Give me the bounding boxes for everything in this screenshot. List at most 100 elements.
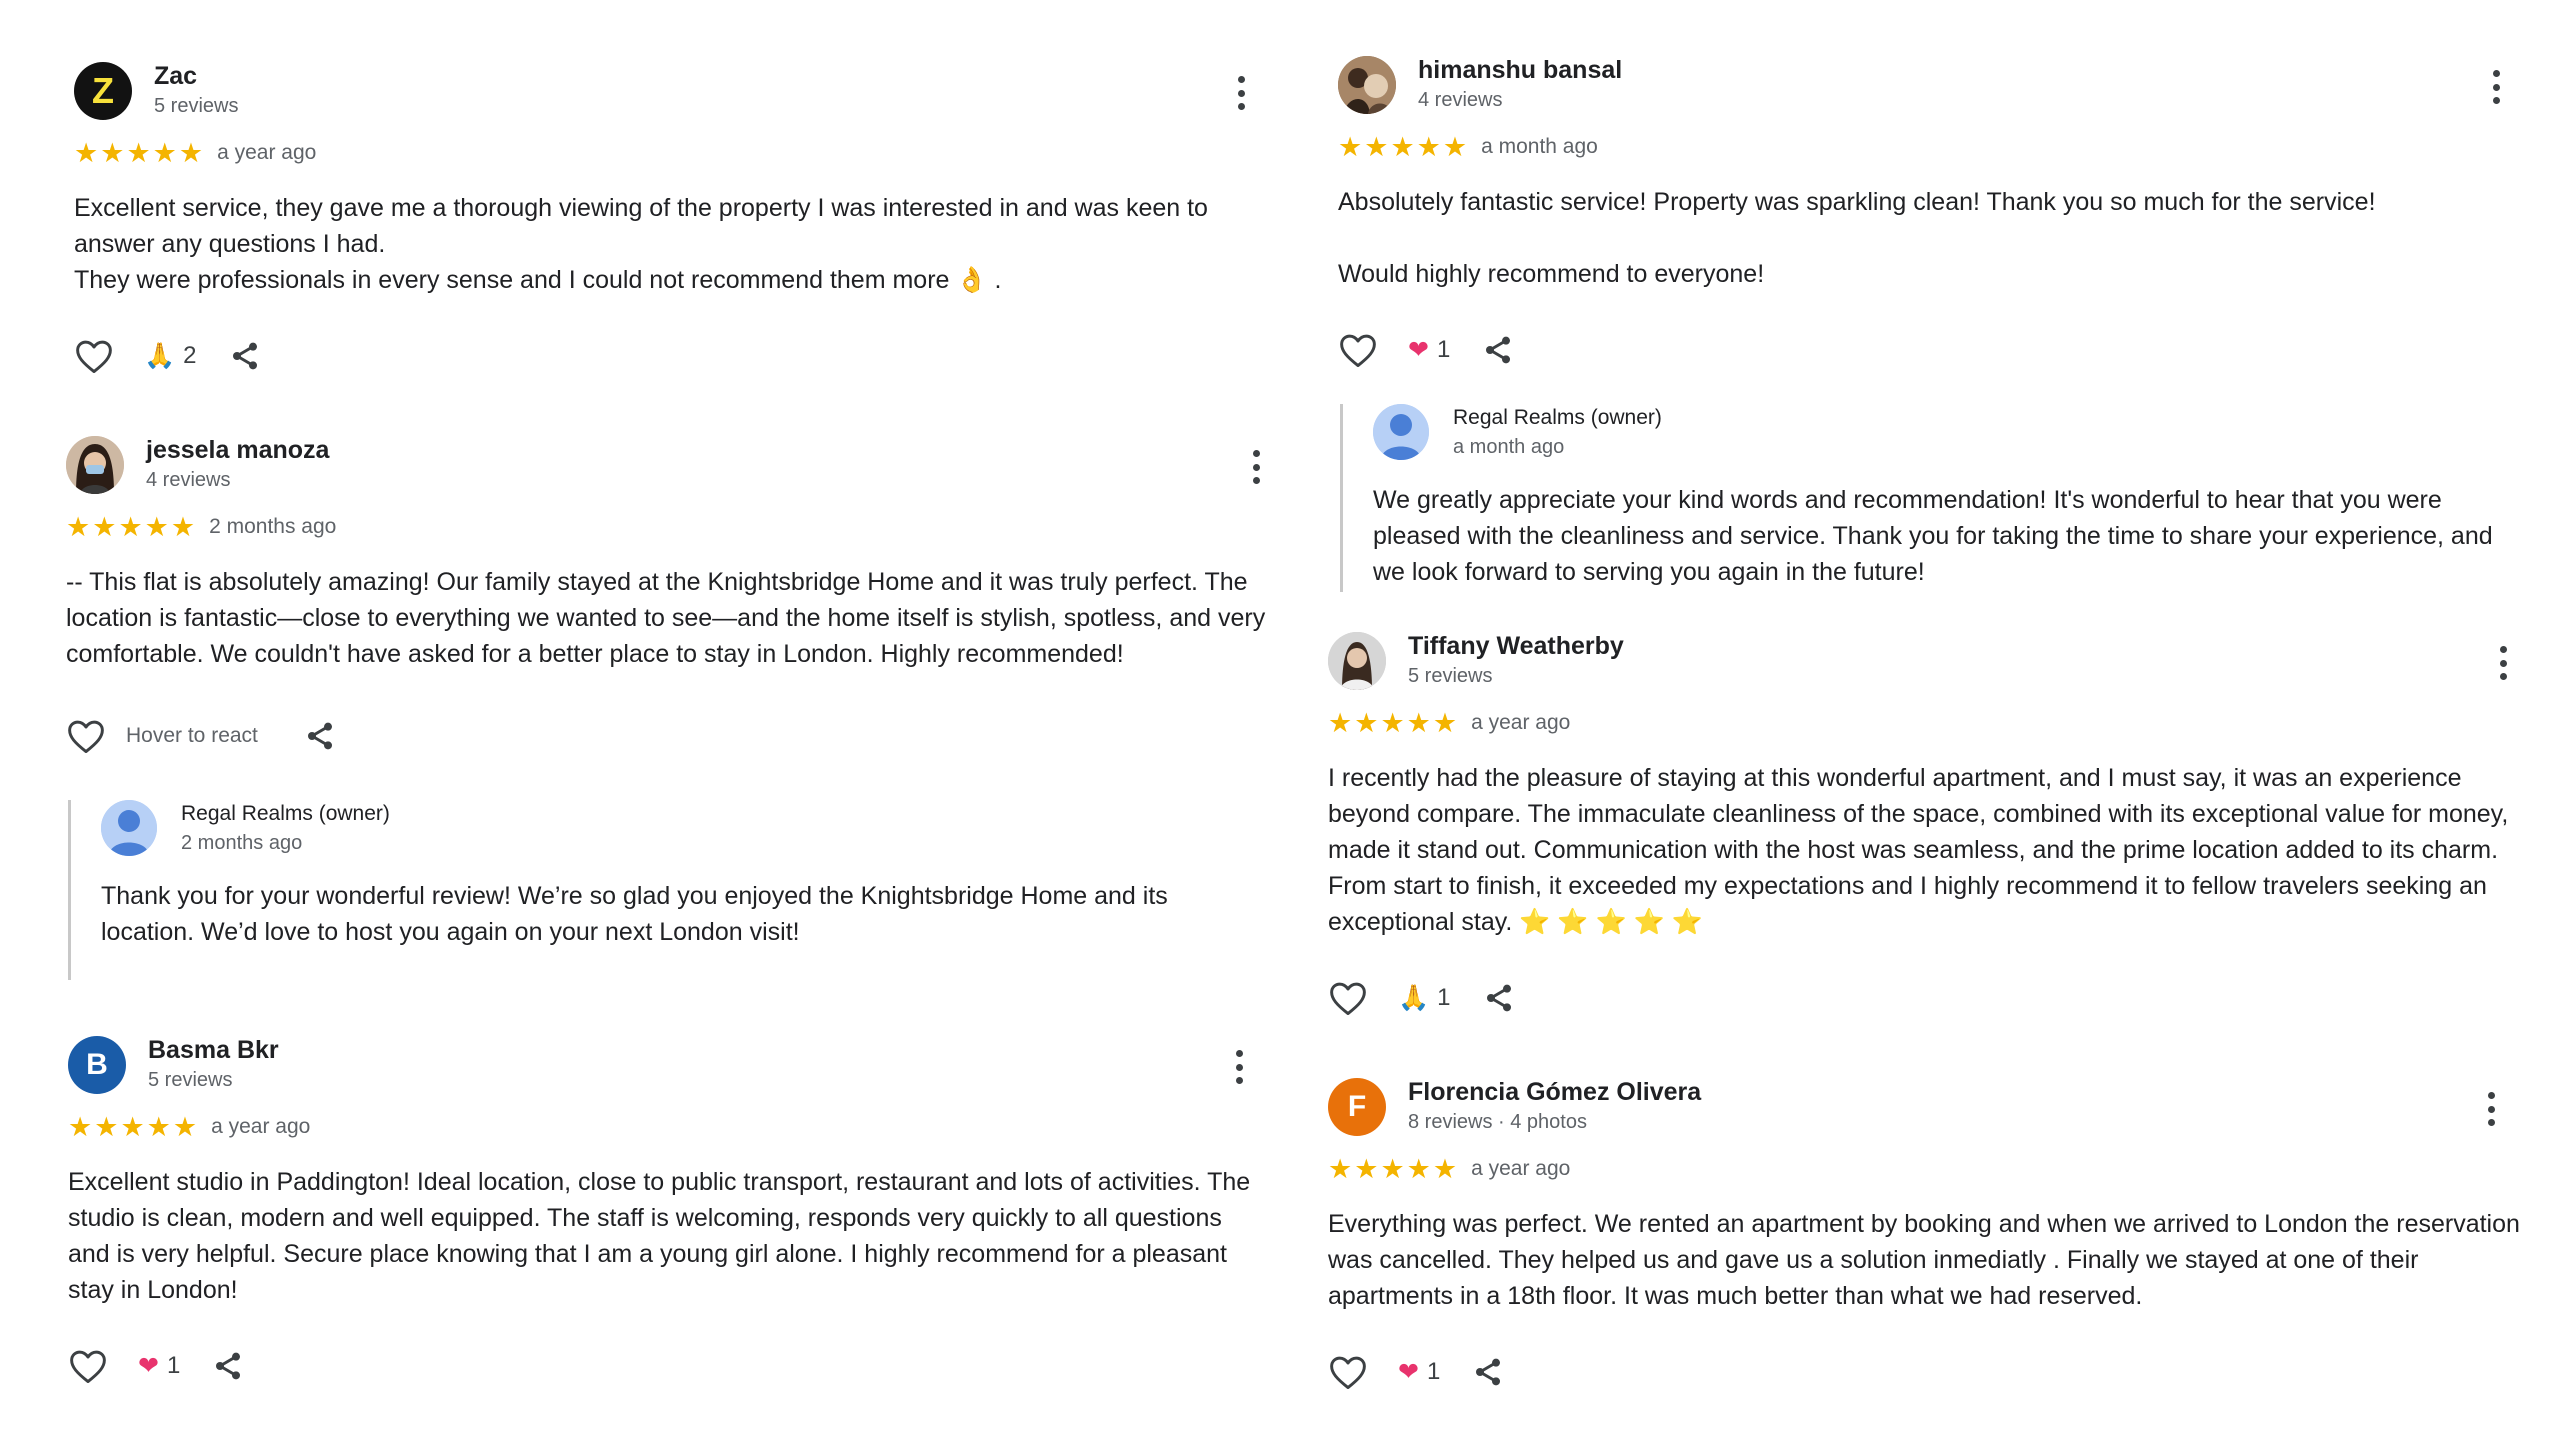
- reaction-count[interactable]: 🙏 2: [144, 342, 197, 371]
- review-text-line: Absolutely fantastic service! Property w…: [1338, 188, 2376, 216]
- review-text-paragraph: I recently had the pleasure of staying a…: [1328, 764, 2509, 936]
- review-date: a month ago: [1481, 135, 1598, 158]
- reaction-count[interactable]: 🙏 1: [1398, 984, 1451, 1013]
- review-header: B Basma Bkr 5 reviews: [68, 1036, 1268, 1102]
- review-card: F Florencia Gómez Olivera 8 reviews · 4 …: [1328, 1078, 2528, 1392]
- reaction-count[interactable]: ❤ 1: [138, 1351, 180, 1381]
- reviewer-name[interactable]: himanshu bansal: [1418, 56, 1622, 85]
- review-text-line: Excellent service, they gave me a thorou…: [74, 194, 1208, 258]
- more-options-icon[interactable]: [2491, 70, 2501, 104]
- review-actions: Hover to react: [66, 716, 1286, 756]
- rating-row: ★ ★ ★ ★ ★ a year ago: [74, 138, 1274, 168]
- avatar[interactable]: Z: [74, 62, 132, 120]
- star-rating: ★ ★ ★ ★ ★: [66, 511, 196, 542]
- reaction-count[interactable]: ❤ 1: [1408, 335, 1450, 365]
- review-date: a year ago: [1471, 711, 1571, 734]
- review-text-line: Would highly recommend to everyone!: [1338, 260, 1765, 288]
- reaction-count[interactable]: ❤ 1: [1398, 1357, 1440, 1387]
- review-text: -- This flat is absolutely amazing! Our …: [66, 564, 1286, 672]
- user-photo-icon: [66, 436, 124, 494]
- review-text: Absolutely fantastic service! Property w…: [1338, 184, 2518, 292]
- like-heart-icon[interactable]: [74, 338, 114, 374]
- star-emoji-row: ⭐ ⭐ ⭐ ⭐ ⭐: [1519, 908, 1703, 936]
- star-rating: ★ ★ ★ ★ ★: [1328, 707, 1458, 738]
- like-heart-icon[interactable]: [1338, 332, 1378, 368]
- share-icon[interactable]: [212, 1349, 244, 1383]
- share-icon[interactable]: [304, 719, 336, 753]
- heart-reaction-icon: ❤: [1408, 336, 1429, 364]
- avatar[interactable]: B: [68, 1036, 126, 1094]
- review-card: jessela manoza 4 reviews ★ ★ ★ ★ ★ 2 months …: [66, 436, 1286, 756]
- review-text: Excellent service, they gave me a thorou…: [74, 190, 1274, 298]
- reviewer-review-count[interactable]: 4 reviews: [1418, 89, 1502, 112]
- review-header: jessela manoza 4 reviews: [66, 436, 1286, 502]
- reviewer-review-count[interactable]: 5 reviews: [148, 1069, 232, 1092]
- user-photo-icon: [1338, 56, 1396, 114]
- owner-reply-header: Regal Realms (owner) a month ago: [1343, 404, 2523, 464]
- reaction-number: 1: [1436, 336, 1451, 363]
- star-rating: ★ ★ ★ ★ ★: [74, 137, 204, 168]
- review-header: F Florencia Gómez Olivera 8 reviews · 4 …: [1328, 1078, 2528, 1144]
- review-date: 2 months ago: [209, 515, 337, 538]
- rating-row: ★ ★ ★ ★ ★ 2 months ago: [66, 512, 1286, 542]
- share-icon[interactable]: [1472, 1355, 1504, 1389]
- reviewer-name[interactable]: Zac: [154, 62, 197, 91]
- review-card: himanshu bansal 4 reviews ★ ★ ★ ★ ★ a month …: [1338, 56, 2518, 370]
- rating-row: ★ ★ ★ ★ ★ a month ago: [1338, 132, 2518, 162]
- reviewer-review-count[interactable]: 4 reviews: [146, 469, 230, 492]
- owner-reply-text: We greatly appreciate your kind words an…: [1373, 486, 2493, 586]
- star-rating: ★ ★ ★ ★ ★: [68, 1111, 198, 1142]
- praying-hands-icon: 🙏: [144, 341, 176, 370]
- review-card: Tiffany Weatherby 5 reviews ★ ★ ★ ★ ★ a year…: [1328, 632, 2528, 1018]
- review-header: Tiffany Weatherby 5 reviews: [1328, 632, 2528, 698]
- like-heart-icon[interactable]: [66, 718, 106, 754]
- review-date: a year ago: [1471, 1157, 1571, 1180]
- review-text: I recently had the pleasure of staying a…: [1328, 760, 2528, 940]
- like-heart-icon[interactable]: [68, 1348, 108, 1384]
- rating-row: ★ ★ ★ ★ ★ a year ago: [68, 1112, 1268, 1142]
- reviewer-review-count[interactable]: 5 reviews: [1408, 665, 1492, 688]
- owner-name: Regal Realms (owner): [181, 802, 390, 825]
- reviewer-review-count[interactable]: 8 reviews · 4 photos: [1408, 1111, 1587, 1134]
- share-icon[interactable]: [1482, 333, 1514, 367]
- avatar-letter: Z: [92, 70, 114, 111]
- reviewer-name[interactable]: Tiffany Weatherby: [1408, 632, 1624, 661]
- hover-to-react-label[interactable]: Hover to react: [126, 724, 258, 748]
- review-date: a year ago: [217, 141, 317, 164]
- more-options-icon[interactable]: [1251, 450, 1261, 484]
- avatar[interactable]: [1328, 632, 1386, 690]
- review-text: Excellent studio in Paddington! Ideal lo…: [68, 1164, 1268, 1308]
- review-date: a year ago: [211, 1115, 311, 1138]
- review-actions: ❤ 1: [1338, 330, 2518, 370]
- owner-avatar[interactable]: [1373, 404, 1429, 460]
- owner-reply-date: a month ago: [1453, 436, 1565, 458]
- avatar-letter: B: [86, 1048, 108, 1081]
- reaction-number: 1: [1426, 1358, 1441, 1385]
- like-heart-icon[interactable]: [1328, 1354, 1368, 1390]
- review-actions: ❤ 1: [68, 1346, 1268, 1386]
- review-header: Z Zac 5 reviews: [74, 62, 1274, 128]
- reaction-number: 1: [1437, 984, 1451, 1011]
- reviewer-name[interactable]: jessela manoza: [146, 436, 329, 465]
- avatar[interactable]: [66, 436, 124, 494]
- review-text-paragraph: Excellent studio in Paddington! Ideal lo…: [68, 1168, 1251, 1304]
- more-options-icon[interactable]: [2498, 646, 2508, 680]
- share-icon[interactable]: [1483, 981, 1515, 1015]
- owner-avatar[interactable]: [101, 800, 157, 856]
- star-rating: ★ ★ ★ ★ ★: [1338, 131, 1468, 162]
- star-rating: ★ ★ ★ ★ ★: [1328, 1153, 1458, 1184]
- avatar[interactable]: F: [1328, 1078, 1386, 1136]
- reviewer-review-count[interactable]: 5 reviews: [154, 95, 238, 118]
- reviewer-name[interactable]: Florencia Gómez Olivera: [1408, 1078, 1701, 1107]
- owner-reply-header: Regal Realms (owner) 2 months ago: [71, 800, 1251, 860]
- review-text: Everything was perfect. We rented an apa…: [1328, 1206, 2528, 1314]
- avatar[interactable]: [1338, 56, 1396, 114]
- more-options-icon[interactable]: [1236, 76, 1246, 110]
- share-icon[interactable]: [229, 339, 261, 373]
- reviewer-name[interactable]: Basma Bkr: [148, 1036, 279, 1065]
- heart-reaction-icon: ❤: [138, 1352, 159, 1380]
- like-heart-icon[interactable]: [1328, 980, 1368, 1016]
- user-photo-icon: [1328, 632, 1386, 690]
- more-options-icon[interactable]: [2486, 1092, 2496, 1126]
- more-options-icon[interactable]: [1234, 1050, 1244, 1084]
